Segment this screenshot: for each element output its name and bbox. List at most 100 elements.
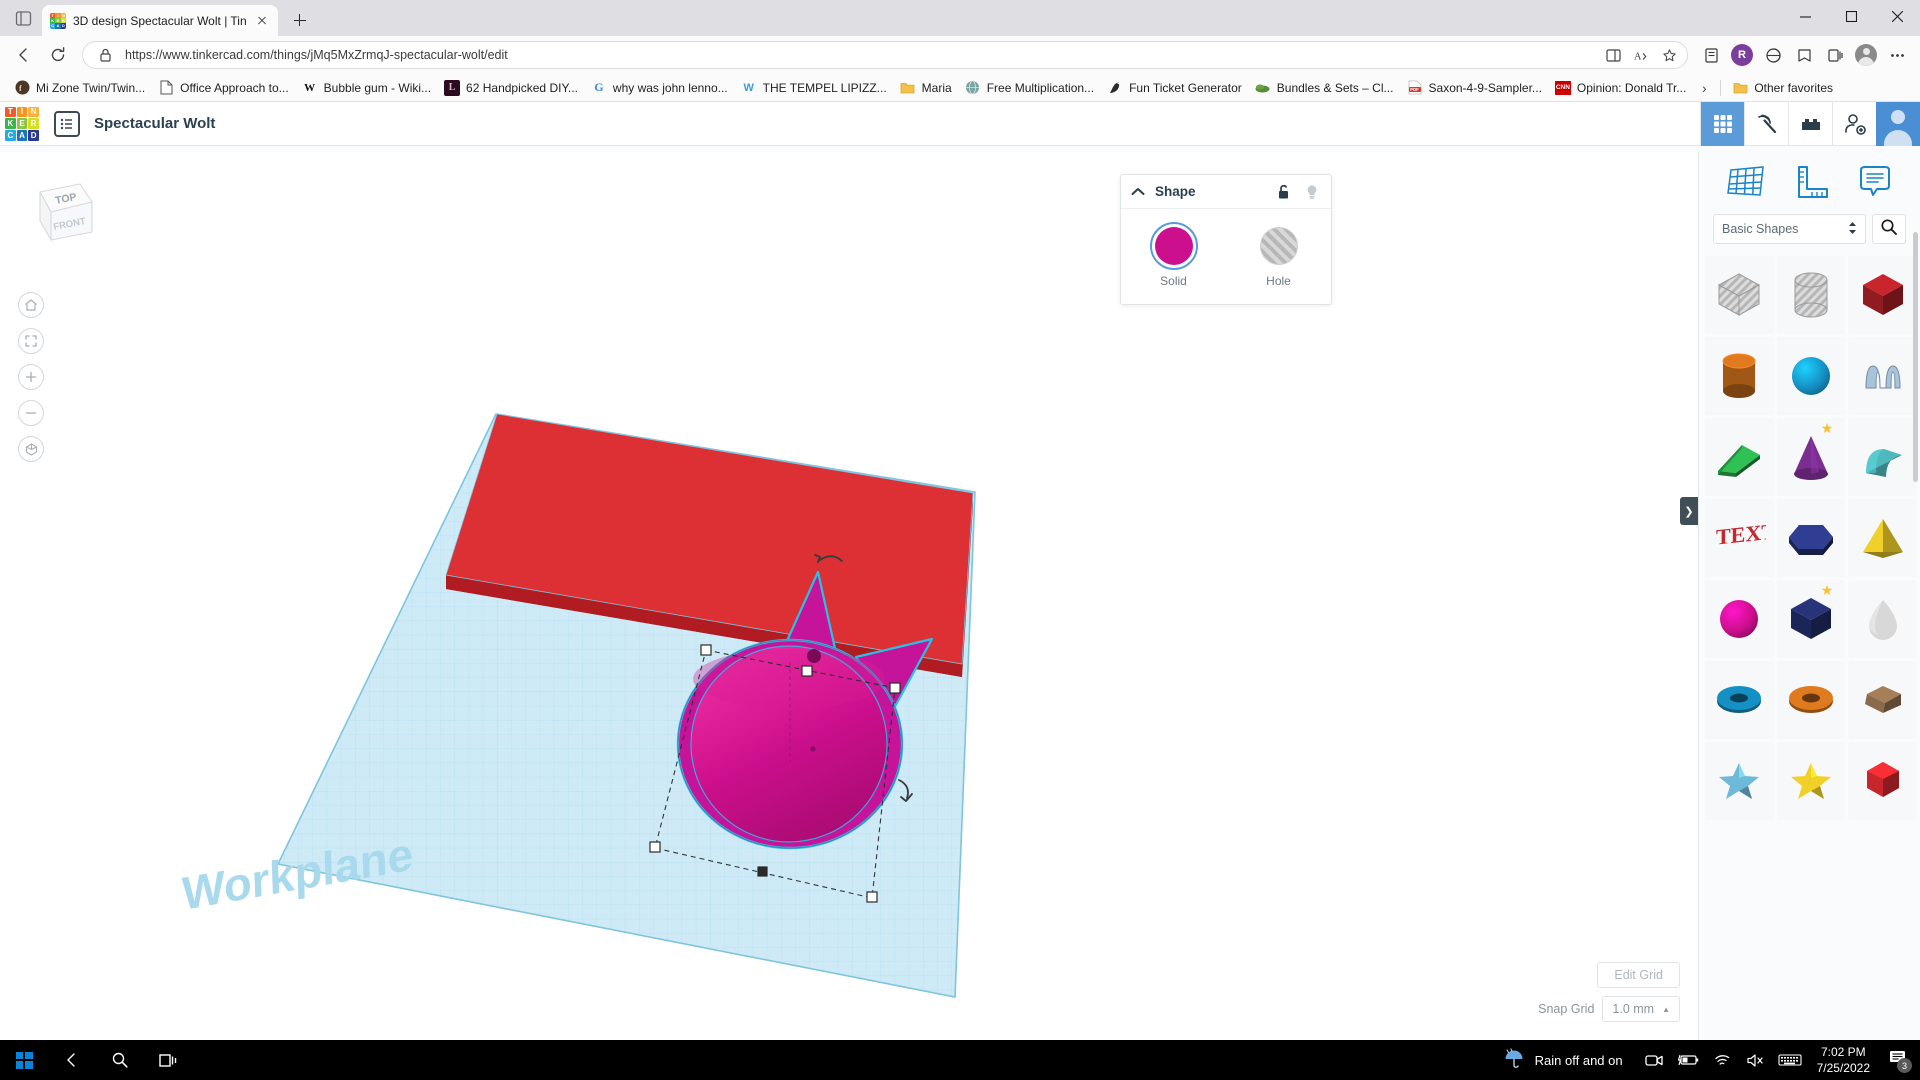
account-avatar[interactable] bbox=[1851, 40, 1881, 70]
shape-tile-polygon[interactable] bbox=[1777, 499, 1846, 577]
user-avatar[interactable] bbox=[1876, 102, 1920, 146]
battery-charging-icon[interactable] bbox=[1671, 1040, 1705, 1080]
stepper-updown-icon[interactable] bbox=[1848, 221, 1857, 238]
fit-view-button[interactable] bbox=[18, 328, 44, 354]
shape-tile-box-hole[interactable] bbox=[1705, 256, 1774, 334]
maximize-button[interactable] bbox=[1828, 0, 1874, 32]
favorites-icon[interactable] bbox=[1789, 40, 1819, 70]
sidebar-scrollbar[interactable] bbox=[1913, 232, 1918, 482]
taskbar-clock[interactable]: 7:02 PM 7/25/2022 bbox=[1807, 1044, 1880, 1076]
shape-category-select[interactable]: Basic Shapes bbox=[1713, 214, 1866, 244]
view-cube[interactable]: TOP FRONT bbox=[18, 180, 98, 255]
workplane-tool-icon[interactable] bbox=[1725, 164, 1767, 202]
shape-tile-star-blue[interactable] bbox=[1705, 742, 1774, 820]
unlock-icon[interactable] bbox=[1275, 184, 1293, 200]
split-screen-icon[interactable] bbox=[1601, 43, 1625, 67]
bookmark-item[interactable]: WTHE TEMPEL LIPIZZ... bbox=[735, 77, 893, 99]
back-button-taskbar[interactable] bbox=[48, 1040, 96, 1080]
shape-tile-hexagon[interactable] bbox=[1848, 742, 1917, 820]
shape-tile-text[interactable]: TEXT bbox=[1705, 499, 1774, 577]
meet-now-icon[interactable] bbox=[1637, 1040, 1671, 1080]
page-title[interactable]: Spectacular Wolt bbox=[94, 115, 215, 132]
refresh-button[interactable] bbox=[42, 39, 74, 71]
note-tool-icon[interactable] bbox=[1856, 164, 1894, 202]
search-taskbar-icon[interactable] bbox=[96, 1040, 144, 1080]
more-icon[interactable] bbox=[1882, 40, 1912, 70]
shape-tile-cone[interactable]: ★ bbox=[1777, 418, 1846, 496]
home-view-button[interactable] bbox=[18, 292, 44, 318]
shape-tile-scribble[interactable] bbox=[1848, 337, 1917, 415]
shape-tile-sphere[interactable] bbox=[1777, 337, 1846, 415]
invite-button[interactable] bbox=[1832, 102, 1876, 146]
lightbulb-icon[interactable] bbox=[1303, 184, 1321, 200]
ortho-perspective-button[interactable] bbox=[18, 436, 44, 462]
bookmark-item[interactable]: CNNOpinion: Donald Tr... bbox=[1549, 77, 1692, 99]
edit-grid-button[interactable]: Edit Grid bbox=[1597, 962, 1680, 988]
bookmark-item[interactable]: Office Approach to... bbox=[152, 77, 295, 99]
ruler-tool-icon[interactable] bbox=[1791, 164, 1831, 202]
shape-tile-round-roof[interactable] bbox=[1848, 418, 1917, 496]
bookmark-item[interactable]: Free Multiplication... bbox=[959, 77, 1100, 99]
volume-muted-icon[interactable] bbox=[1739, 1040, 1773, 1080]
bookmark-item[interactable]: Gwhy was john lenno... bbox=[585, 77, 734, 99]
shape-tile-wedge[interactable] bbox=[1705, 418, 1774, 496]
designs-list-icon[interactable] bbox=[54, 111, 80, 137]
bookmark-item[interactable]: PDFSaxon-4-9-Sampler... bbox=[1401, 77, 1548, 99]
shape-tile-cylinder-hole[interactable] bbox=[1777, 256, 1846, 334]
shape-panel-header[interactable]: Shape bbox=[1121, 175, 1331, 209]
notification-center-button[interactable]: 3 bbox=[1880, 1040, 1916, 1080]
star-icon[interactable] bbox=[1657, 43, 1681, 67]
read-aloud-icon[interactable]: A bbox=[1629, 43, 1653, 67]
codeblocks-button[interactable] bbox=[1744, 102, 1788, 146]
search-button[interactable] bbox=[1872, 214, 1906, 244]
bookmark-item[interactable]: L62 Handpicked DIY... bbox=[438, 77, 584, 99]
collections-panel-icon[interactable] bbox=[1820, 40, 1850, 70]
task-view-icon[interactable] bbox=[144, 1040, 192, 1080]
minimize-button[interactable] bbox=[1782, 0, 1828, 32]
blocks-button[interactable] bbox=[1788, 102, 1832, 146]
zoom-in-button[interactable] bbox=[18, 364, 44, 390]
3d-canvas[interactable]: Workplane bbox=[0, 152, 1698, 1040]
shape-tile-star-yellow[interactable] bbox=[1777, 742, 1846, 820]
tinkercad-logo[interactable]: TINKERCAD bbox=[0, 102, 44, 146]
url-bar[interactable]: https://www.tinkercad.com/things/jMq5MxZ… bbox=[82, 41, 1688, 69]
shape-tile-paraboloid[interactable]: ★ bbox=[1777, 580, 1846, 658]
bookmark-item[interactable]: Maria bbox=[894, 77, 958, 99]
shape-tile-diamond[interactable] bbox=[1848, 661, 1917, 739]
browser-tab[interactable]: TIN KER CAD 3D design Spectacular Wolt |… bbox=[42, 5, 278, 36]
shape-tile-pyramid[interactable] bbox=[1848, 499, 1917, 577]
shape-tile-tear-drop[interactable] bbox=[1848, 580, 1917, 658]
back-button[interactable] bbox=[8, 39, 40, 71]
shape-tile-torus[interactable] bbox=[1705, 661, 1774, 739]
hole-swatch[interactable] bbox=[1260, 227, 1298, 265]
bookmark-item[interactable]: Bundles & Sets – Cl... bbox=[1249, 77, 1400, 99]
bookmark-item[interactable]: Fun Ticket Generator bbox=[1101, 77, 1248, 99]
collapse-panel-handle[interactable]: ❯ bbox=[1680, 497, 1698, 525]
snap-grid-select[interactable]: 1.0 mm ▲ bbox=[1602, 996, 1680, 1022]
url-text[interactable]: https://www.tinkercad.com/things/jMq5MxZ… bbox=[125, 48, 1593, 62]
bookmarks-overflow-button[interactable]: › bbox=[1693, 80, 1715, 96]
tab-actions-icon[interactable] bbox=[6, 0, 40, 36]
other-favorites-button[interactable]: Other favorites bbox=[1726, 77, 1839, 99]
close-tab-icon[interactable] bbox=[254, 13, 270, 29]
profile-letter-icon[interactable]: R bbox=[1727, 40, 1757, 70]
bookmark-item[interactable]: fMi Zone Twin/Twin... bbox=[8, 77, 151, 99]
zoom-out-button[interactable] bbox=[18, 400, 44, 426]
designs-grid-button[interactable] bbox=[1700, 102, 1744, 146]
wifi-icon[interactable] bbox=[1705, 1040, 1739, 1080]
close-window-button[interactable] bbox=[1874, 0, 1920, 32]
new-tab-button[interactable] bbox=[286, 6, 314, 34]
start-button[interactable] bbox=[0, 1040, 48, 1080]
scene-render[interactable]: Workplane bbox=[0, 152, 1698, 1040]
shape-tile-half-sphere[interactable] bbox=[1705, 580, 1774, 658]
collections-icon[interactable] bbox=[1696, 40, 1726, 70]
solid-option[interactable]: Solid bbox=[1155, 227, 1193, 288]
hole-option[interactable]: Hole bbox=[1260, 227, 1298, 288]
shape-tile-cylinder[interactable] bbox=[1705, 337, 1774, 415]
weather-widget[interactable]: Rain off and on bbox=[1489, 1048, 1637, 1073]
chevron-up-icon[interactable] bbox=[1131, 185, 1145, 199]
keyboard-icon[interactable] bbox=[1773, 1040, 1807, 1080]
solid-swatch[interactable] bbox=[1155, 227, 1193, 265]
shape-tile-tube[interactable] bbox=[1777, 661, 1846, 739]
browser-essentials-icon[interactable] bbox=[1758, 40, 1788, 70]
